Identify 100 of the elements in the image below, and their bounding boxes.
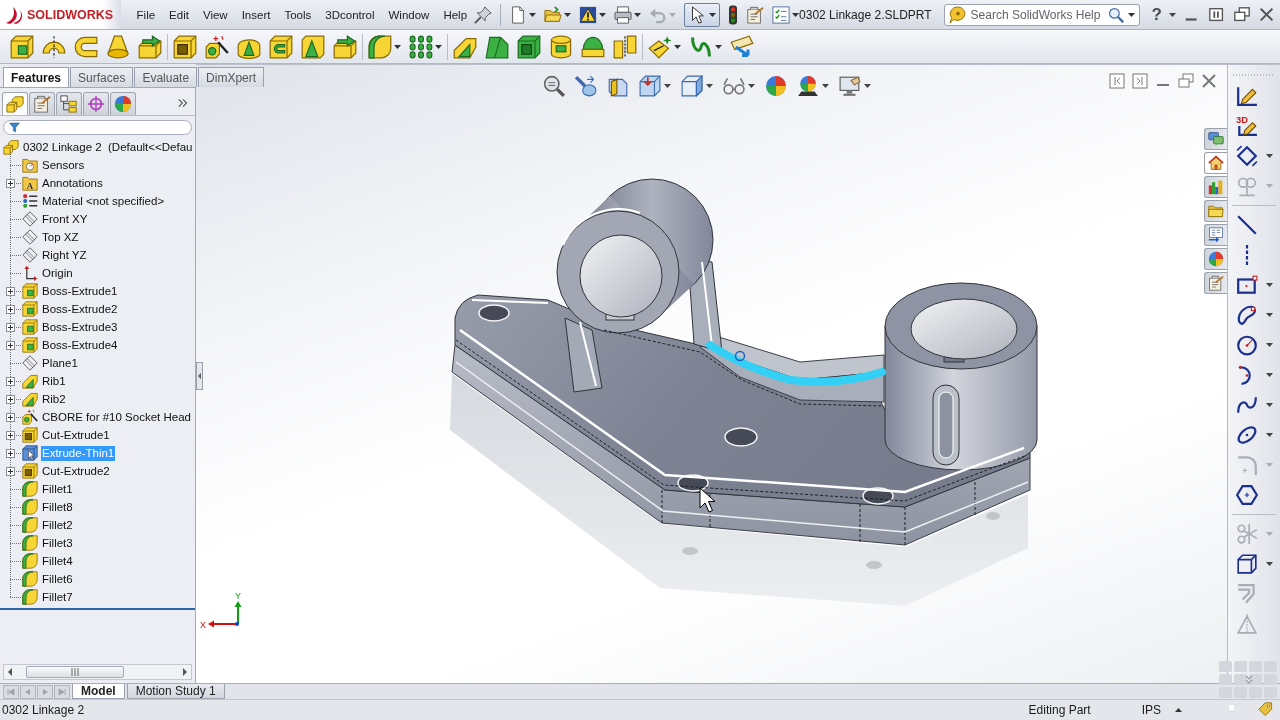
tree-item[interactable]: Boss-Extrude3 bbox=[41, 319, 119, 335]
expand-icon[interactable] bbox=[6, 413, 15, 422]
caret-icon[interactable] bbox=[1266, 313, 1273, 317]
tag-icon[interactable] bbox=[1258, 702, 1274, 718]
caret-icon[interactable] bbox=[1266, 154, 1273, 158]
tree-item[interactable]: Fillet7 bbox=[41, 589, 74, 605]
glasses-icon[interactable] bbox=[722, 75, 745, 97]
printer-icon[interactable] bbox=[614, 5, 633, 24]
menu-item[interactable]: Tools bbox=[277, 0, 319, 30]
diamond-arrows-icon[interactable] bbox=[1236, 145, 1258, 167]
dome-icon[interactable] bbox=[581, 34, 605, 59]
toolbar-grip-icon[interactable] bbox=[1232, 73, 1276, 77]
tree-item[interactable]: Fillet6 bbox=[41, 571, 74, 587]
task-pane-tab[interactable] bbox=[1204, 152, 1227, 174]
expand-icon[interactable] bbox=[6, 377, 15, 386]
curved-tube-icon[interactable] bbox=[74, 34, 98, 59]
rounded-block-icon[interactable] bbox=[368, 34, 392, 59]
lens-arrow-icon[interactable] bbox=[574, 75, 597, 97]
tree-item[interactable]: Fillet8 bbox=[41, 499, 74, 515]
cube-icon[interactable] bbox=[1236, 553, 1258, 575]
spline-icon[interactable] bbox=[1236, 394, 1258, 416]
expand-icon[interactable] bbox=[6, 323, 15, 332]
caret-icon[interactable] bbox=[1266, 433, 1273, 437]
menu-item[interactable]: Window bbox=[381, 0, 437, 30]
tree-item[interactable]: Plane1 bbox=[41, 355, 79, 371]
line-icon[interactable] bbox=[1236, 214, 1258, 236]
cylinder-icon[interactable] bbox=[549, 34, 573, 59]
help-button[interactable]: ? bbox=[1151, 4, 1162, 25]
closed-curve-icon[interactable] bbox=[1236, 304, 1258, 326]
selected-face[interactable] bbox=[706, 341, 886, 386]
block-arrow-icon[interactable] bbox=[138, 34, 162, 59]
pencil-corner-icon[interactable] bbox=[1236, 85, 1258, 107]
scroll-right-icon[interactable] bbox=[181, 667, 189, 677]
caret-icon[interactable] bbox=[394, 44, 401, 49]
caret-icon[interactable] bbox=[599, 12, 607, 17]
tree-item[interactable]: Material <not specified> bbox=[41, 193, 166, 209]
expand-icon[interactable] bbox=[6, 305, 15, 314]
scene-ball-icon[interactable] bbox=[796, 75, 819, 97]
c-cut-block-icon[interactable] bbox=[269, 34, 293, 59]
ellipse-icon[interactable] bbox=[1236, 424, 1258, 446]
tree-item[interactable]: Sensors bbox=[41, 157, 86, 173]
caret-icon[interactable] bbox=[1266, 343, 1273, 347]
caret-icon[interactable] bbox=[663, 84, 671, 88]
wedge-icon[interactable] bbox=[485, 34, 509, 59]
curve-icon[interactable] bbox=[689, 34, 713, 59]
menu-item[interactable]: 3Dcontrol bbox=[318, 0, 382, 30]
filter-field[interactable] bbox=[3, 120, 192, 135]
monitor-hand-icon[interactable] bbox=[838, 75, 861, 97]
close-icon[interactable] bbox=[1258, 5, 1276, 24]
command-tab[interactable]: DimXpert bbox=[198, 67, 265, 87]
warning-icon[interactable] bbox=[579, 5, 598, 24]
menu-item[interactable]: Insert bbox=[234, 0, 278, 30]
hexagon-icon[interactable] bbox=[1236, 484, 1258, 506]
pushpin-icon[interactable] bbox=[474, 5, 493, 24]
units-selector[interactable]: IPS bbox=[1141, 703, 1161, 717]
tile-right-icon[interactable] bbox=[1132, 73, 1148, 89]
select-button[interactable] bbox=[684, 2, 721, 27]
block-arrow-icon[interactable] bbox=[333, 34, 357, 59]
tree-item[interactable]: Origin bbox=[41, 265, 74, 281]
tree-item[interactable]: Fillet1 bbox=[41, 481, 74, 497]
collapse-handle[interactable] bbox=[196, 362, 203, 390]
panel-icon[interactable] bbox=[606, 75, 629, 97]
caret-icon[interactable] bbox=[747, 84, 755, 88]
bottom-tab[interactable]: Model bbox=[72, 684, 125, 699]
manager-tab[interactable] bbox=[110, 92, 136, 115]
caret-icon[interactable] bbox=[1266, 283, 1273, 287]
caret-icon[interactable] bbox=[529, 12, 537, 17]
cube-icon[interactable] bbox=[680, 75, 703, 97]
notched-block-icon[interactable] bbox=[301, 34, 325, 59]
tree-item[interactable]: Boss-Extrude2 bbox=[41, 301, 119, 317]
task-pane-tab[interactable] bbox=[1204, 224, 1227, 246]
tree-item[interactable]: Fillet4 bbox=[41, 553, 74, 569]
hollow-block-icon[interactable] bbox=[517, 34, 541, 59]
restore-icon[interactable] bbox=[1233, 5, 1251, 24]
caret-icon[interactable] bbox=[674, 44, 681, 49]
manager-tab[interactable] bbox=[56, 92, 82, 115]
caret-icon[interactable] bbox=[863, 84, 871, 88]
tree-root[interactable]: 0302 Linkage 2 (Default<<Defau bbox=[22, 139, 194, 155]
mirror-blocks-icon[interactable] bbox=[613, 34, 637, 59]
tree-item[interactable]: Front XY bbox=[41, 211, 89, 227]
tree-item[interactable]: Rib1 bbox=[41, 373, 67, 389]
plane-star-icon[interactable] bbox=[648, 34, 672, 59]
tree-item[interactable]: Rib2 bbox=[41, 391, 67, 407]
expand-icon[interactable] bbox=[6, 179, 15, 188]
manager-tab[interactable] bbox=[2, 92, 28, 115]
circle-icon[interactable] bbox=[1236, 334, 1258, 356]
caret-icon[interactable] bbox=[634, 12, 642, 17]
tree-item[interactable]: Boss-Extrude1 bbox=[41, 283, 119, 299]
task-pane-tab[interactable] bbox=[1204, 176, 1227, 198]
rectangle-icon[interactable] bbox=[1236, 274, 1258, 296]
tree-item[interactable]: Fillet3 bbox=[41, 535, 74, 551]
caret-icon[interactable] bbox=[1175, 708, 1182, 712]
funnel-icon[interactable] bbox=[106, 34, 130, 59]
caret-icon[interactable] bbox=[564, 12, 572, 17]
task-pane-tab[interactable] bbox=[1204, 248, 1227, 270]
task-pane-tab[interactable] bbox=[1204, 128, 1227, 150]
caret-icon[interactable] bbox=[705, 84, 713, 88]
bottom-tab[interactable]: Motion Study 1 bbox=[126, 684, 225, 699]
caret-icon[interactable] bbox=[821, 84, 829, 88]
task-pane-tab[interactable] bbox=[1204, 200, 1227, 222]
